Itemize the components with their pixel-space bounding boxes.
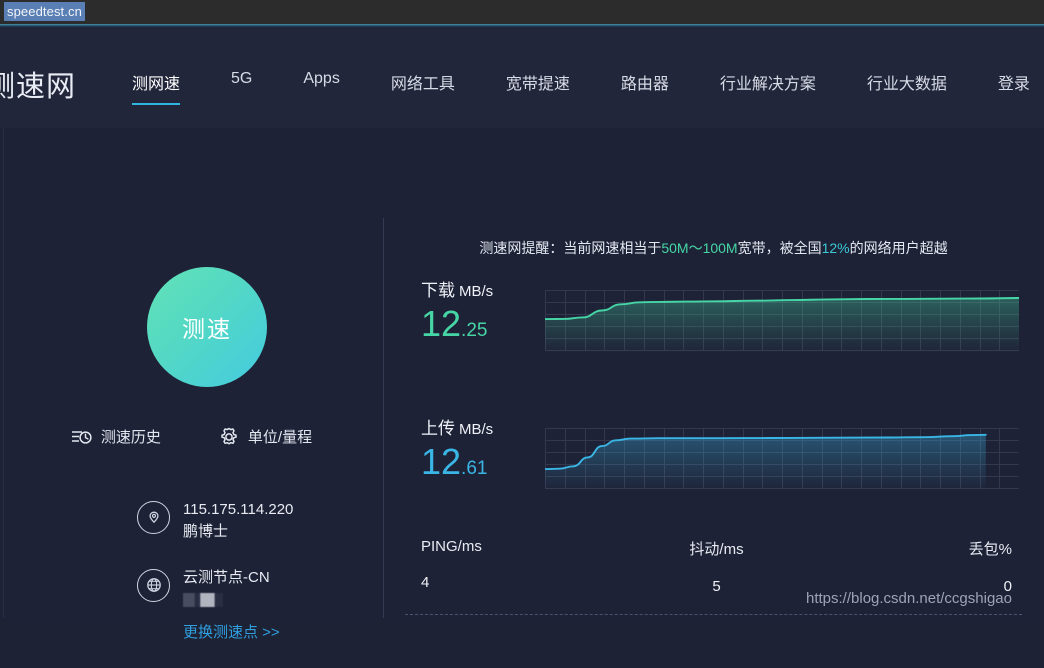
stat-jitter: 抖动/ms 5 bbox=[618, 538, 815, 595]
nav-item-industry-bigdata[interactable]: 行业大数据 bbox=[867, 70, 947, 105]
url-text[interactable]: speedtest.cn bbox=[4, 2, 85, 21]
upload-caption-text: 上传 bbox=[421, 419, 455, 438]
watermark-text: https://blog.csdn.net/ccgshigao bbox=[806, 590, 1012, 607]
gear-icon bbox=[219, 427, 239, 447]
start-speedtest-button[interactable]: 测速 bbox=[147, 267, 267, 387]
ip-info-row: 115.175.114.220 鹏博士 bbox=[137, 499, 293, 543]
main-nav: 测网速 5G Apps 网络工具 宽带提速 路由器 行业解决方案 行业大数据 登… bbox=[132, 70, 1044, 105]
download-value-frac: .25 bbox=[461, 320, 488, 341]
nav-item-apps[interactable]: Apps bbox=[303, 70, 339, 99]
nav-item-login[interactable]: 登录 bbox=[998, 70, 1030, 105]
upload-metric-row: 上传 MB/s 12.61 bbox=[383, 414, 1044, 506]
server-info-text: 云测节点-CN 更换测速点 >> bbox=[183, 567, 280, 645]
stat-ping-label: PING/ms bbox=[421, 538, 482, 555]
ip-info-text: 115.175.114.220 鹏博士 bbox=[183, 499, 293, 543]
stats-row: PING/ms 4 抖动/ms 5 丢包% 0 bbox=[383, 538, 1044, 595]
stat-jitter-label: 抖动/ms bbox=[689, 541, 744, 558]
nav-item-speedtest[interactable]: 测网速 bbox=[132, 70, 181, 105]
speedtest-history-label: 测速历史 bbox=[100, 429, 161, 446]
isp-name: 鹏博士 bbox=[183, 522, 229, 540]
upload-chart bbox=[545, 426, 1019, 496]
stat-ping: PING/ms 4 bbox=[383, 538, 618, 595]
ip-address: 115.175.114.220 bbox=[183, 501, 294, 518]
globe-icon bbox=[137, 568, 170, 602]
server-info-row: 云测节点-CN 更换测速点 >> bbox=[137, 567, 293, 645]
notice-percent: 12% bbox=[821, 240, 850, 256]
start-speedtest-label: 测速 bbox=[182, 316, 232, 342]
download-caption-text: 下载 bbox=[421, 281, 455, 300]
nav-item-broadband-boost[interactable]: 宽带提速 bbox=[506, 70, 570, 105]
stat-ping-value: 4 bbox=[421, 574, 430, 591]
speedtest-history-button[interactable]: 测速历史 bbox=[71, 426, 161, 447]
browser-address-bar[interactable]: speedtest.cn bbox=[0, 0, 1044, 24]
server-detail-masked bbox=[183, 593, 223, 608]
server-node-name: 云测节点-CN bbox=[183, 568, 270, 586]
speed-notice: 测速网提醒：当前网速相当于50M～100M宽带，被全国12%的网络用户超越 bbox=[383, 238, 1044, 258]
change-server-link[interactable]: 更换测速点 >> bbox=[183, 622, 280, 644]
download-value-int: 12 bbox=[421, 303, 462, 344]
left-panel: 测速 测速历史 单位/量程 115.175.114.220 鹏博士 云测节点-C… bbox=[0, 128, 383, 641]
download-metric-row: 下载 MB/s 12.25 bbox=[383, 276, 1044, 368]
notice-suffix: 的网络用户超越 bbox=[849, 240, 948, 256]
quick-actions: 测速历史 单位/量程 bbox=[0, 426, 383, 447]
notice-bandwidth: 50M～100M bbox=[661, 240, 738, 256]
notice-middle: 宽带，被全国 bbox=[737, 240, 822, 256]
notice-prefix: 测速网提醒：当前网速相当于 bbox=[479, 240, 662, 256]
page-root: 测速网 测网速 5G Apps 网络工具 宽带提速 路由器 行业解决方案 行业大… bbox=[0, 27, 1044, 641]
upload-unit: MB/s bbox=[459, 421, 494, 438]
right-panel: 测速网提醒：当前网速相当于50M～100M宽带，被全国12%的网络用户超越 下载… bbox=[383, 128, 1044, 618]
stat-packet-loss: 丢包% 0 bbox=[815, 538, 1044, 595]
connection-info: 115.175.114.220 鹏博士 云测节点-CN 更换测速点 >> bbox=[137, 499, 293, 668]
units-range-button[interactable]: 单位/量程 bbox=[219, 426, 312, 447]
stat-jitter-value: 5 bbox=[712, 578, 721, 595]
location-pin-icon bbox=[137, 501, 170, 534]
nav-item-network-tools[interactable]: 网络工具 bbox=[391, 70, 455, 105]
upload-value-frac: .61 bbox=[461, 458, 488, 479]
history-icon bbox=[71, 427, 92, 447]
download-chart bbox=[545, 288, 1019, 358]
site-header: 测速网 测网速 5G Apps 网络工具 宽带提速 路由器 行业解决方案 行业大… bbox=[0, 27, 1044, 128]
stat-packet-loss-label: 丢包% bbox=[968, 541, 1012, 558]
section-separator bbox=[405, 614, 1022, 615]
download-unit: MB/s bbox=[459, 283, 494, 300]
main-content: 测速 测速历史 单位/量程 115.175.114.220 鹏博士 云测节点-C… bbox=[0, 128, 1044, 641]
nav-item-industry-solutions[interactable]: 行业解决方案 bbox=[720, 70, 816, 105]
site-logo[interactable]: 测速网 bbox=[0, 63, 76, 105]
nav-item-5g[interactable]: 5G bbox=[231, 70, 252, 99]
upload-value-int: 12 bbox=[421, 441, 462, 482]
nav-item-router[interactable]: 路由器 bbox=[621, 70, 669, 105]
units-range-label: 单位/量程 bbox=[247, 429, 313, 446]
